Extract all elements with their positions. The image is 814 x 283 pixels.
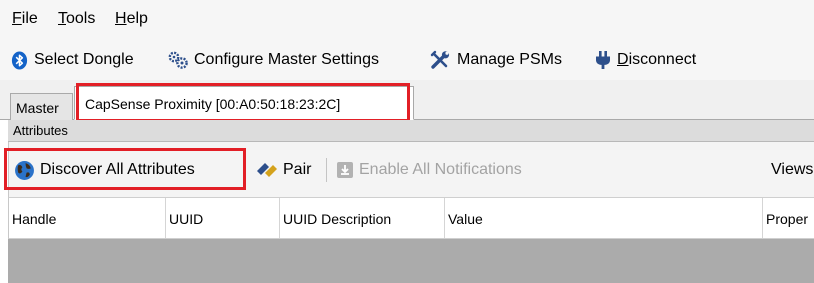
gears-icon bbox=[168, 51, 188, 69]
attributes-header: Attributes bbox=[8, 120, 814, 142]
attributes-grid-header: Handle UUID UUID Description Value Prope… bbox=[8, 197, 814, 239]
menu-bar: File Tools Help bbox=[0, 0, 814, 40]
enable-all-notifications-label: Enable All Notifications bbox=[359, 161, 522, 178]
pair-label: Pair bbox=[283, 161, 312, 178]
select-dongle-button[interactable]: Select Dongle bbox=[10, 49, 134, 71]
notification-icon bbox=[337, 162, 353, 178]
pair-button[interactable]: Pair bbox=[256, 158, 311, 182]
disconnect-button[interactable]: Disconnect bbox=[594, 49, 696, 71]
tab-master[interactable]: Master bbox=[10, 93, 73, 120]
disconnect-label: Disconnect bbox=[617, 51, 697, 68]
attributes-grid-body[interactable] bbox=[8, 239, 814, 283]
column-header-uuid-description[interactable]: UUID Description bbox=[280, 198, 445, 238]
toolbar-separator bbox=[326, 158, 327, 182]
globe-icon bbox=[15, 160, 34, 180]
configure-master-settings-button[interactable]: Configure Master Settings bbox=[167, 49, 379, 71]
discover-all-attributes-label: Discover All Attributes bbox=[40, 161, 195, 178]
wrench-icon bbox=[430, 50, 450, 69]
menu-file[interactable]: File bbox=[12, 10, 38, 28]
tab-capsense-proximity[interactable]: CapSense Proximity [00:A0:50:18:23:2C] bbox=[74, 86, 414, 120]
menu-help[interactable]: Help bbox=[115, 10, 148, 28]
views-label[interactable]: Views: bbox=[771, 158, 814, 182]
plug-icon bbox=[596, 51, 610, 69]
select-dongle-label: Select Dongle bbox=[34, 51, 134, 68]
device-tab-strip: Master CapSense Proximity [00:A0:50:18:2… bbox=[0, 80, 814, 120]
enable-all-notifications-button[interactable]: Enable All Notifications bbox=[336, 158, 522, 182]
bluetooth-icon bbox=[11, 50, 28, 70]
column-header-uuid[interactable]: UUID bbox=[166, 198, 280, 238]
pair-icon bbox=[257, 163, 277, 177]
column-header-handle[interactable]: Handle bbox=[9, 198, 166, 238]
menu-tools[interactable]: Tools bbox=[58, 10, 95, 28]
attributes-toolbar: Discover All Attributes Pair Enable All … bbox=[8, 142, 814, 197]
column-header-value[interactable]: Value bbox=[445, 198, 763, 238]
configure-master-settings-label: Configure Master Settings bbox=[194, 51, 379, 68]
main-toolbar: Select Dongle Configure Master Settings … bbox=[0, 40, 814, 80]
column-header-properties[interactable]: Proper bbox=[763, 198, 814, 238]
discover-all-attributes-button[interactable]: Discover All Attributes bbox=[14, 158, 195, 182]
manage-psms-label: Manage PSMs bbox=[457, 51, 562, 68]
manage-psms-button[interactable]: Manage PSMs bbox=[430, 49, 562, 71]
